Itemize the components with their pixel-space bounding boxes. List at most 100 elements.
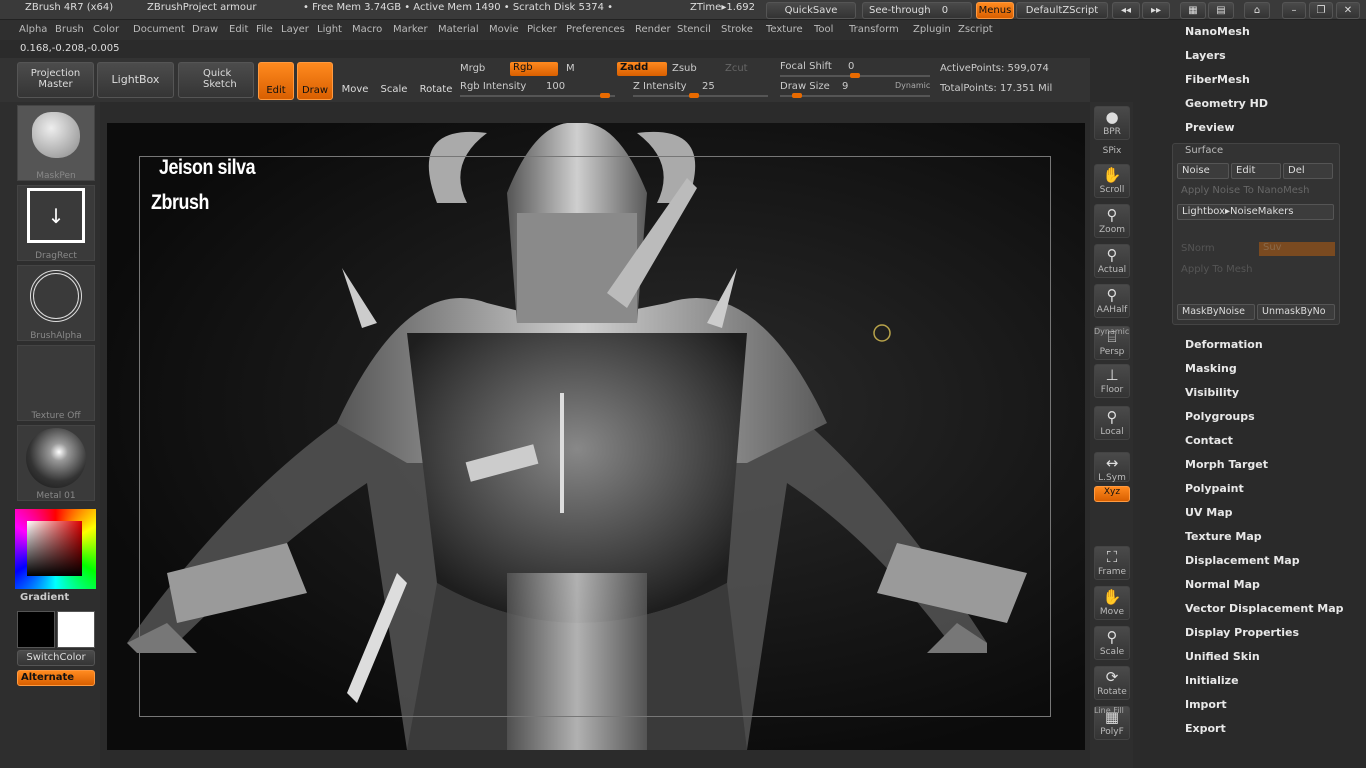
menu-alpha[interactable]: Alpha [19,24,47,35]
noise-del-button[interactable]: Del [1283,163,1333,179]
menus-button[interactable]: Menus [976,2,1014,19]
menu-zplugin[interactable]: Zplugin [913,24,951,35]
shelf-floor-button[interactable]: ⊥ Floor [1094,364,1130,398]
mrgb-toggle[interactable]: Mrgb [460,63,485,74]
surface-title[interactable]: Surface [1185,145,1223,156]
arrows-right-icon[interactable]: ▸▸ [1142,2,1170,19]
panel-displacement-map[interactable]: Displacement Map [1185,554,1300,567]
shelf-xyz-button[interactable]: Xyz [1094,486,1130,502]
switchcolor-button[interactable]: SwitchColor [17,650,95,666]
panel-contact[interactable]: Contact [1185,434,1233,447]
panel-nanomesh[interactable]: NanoMesh [1185,25,1250,38]
shelf-zoom-button[interactable]: ⚲ Zoom [1094,204,1130,238]
minimize-icon[interactable]: – [1282,2,1306,19]
dynamic-toggle[interactable]: Dynamic [895,81,930,90]
quick-sketch-button[interactable]: Quick Sketch [178,62,254,98]
suv-slider[interactable]: Suv [1259,242,1335,256]
mask-by-noise-button[interactable]: MaskByNoise [1177,304,1255,320]
m-toggle[interactable]: M [566,63,575,74]
brush-selector[interactable]: MaskPen [17,105,95,181]
menu-transform[interactable]: Transform [849,24,899,35]
rotate-button[interactable]: Rotate [416,62,456,100]
panel-initialize[interactable]: Initialize [1185,674,1239,687]
shelf-aahalf-button[interactable]: ⚲ AAHalf [1094,284,1130,318]
panel-normal-map[interactable]: Normal Map [1185,578,1260,591]
panel-import[interactable]: Import [1185,698,1227,711]
shelf-bpr-button[interactable]: ● BPR [1094,106,1130,140]
lightbox-button[interactable]: LightBox [97,62,174,98]
shelf-rotate-button[interactable]: ⟳ Rotate [1094,666,1130,700]
menu-edit[interactable]: Edit [229,24,248,35]
scale-button[interactable]: Scale [376,62,412,100]
noise-button[interactable]: Noise [1177,163,1229,179]
zadd-toggle[interactable]: Zadd [617,62,667,76]
apply-noise-nanomesh[interactable]: Apply Noise To NanoMesh [1181,185,1309,196]
move-button[interactable]: Move [337,62,373,100]
menu-stencil[interactable]: Stencil [677,24,711,35]
focal-shift-slider[interactable] [780,73,930,78]
edit-button[interactable]: Edit [258,62,294,100]
panel-preview[interactable]: Preview [1185,121,1235,134]
menu-tool[interactable]: Tool [814,24,833,35]
lightbox-noisemakers-button[interactable]: Lightbox▸NoiseMakers [1177,204,1334,220]
z-intensity-slider[interactable] [633,93,768,98]
shelf-frame-button[interactable]: ⛶ Frame [1094,546,1130,580]
primary-color-swatch[interactable] [57,611,95,648]
lock-icon[interactable]: ⌂ [1244,2,1270,19]
menu-movie[interactable]: Movie [489,24,519,35]
zcut-toggle[interactable]: Zcut [725,63,748,74]
zsub-toggle[interactable]: Zsub [672,63,697,74]
menu-document[interactable]: Document [133,24,185,35]
draw-size-slider[interactable] [780,93,930,98]
color-picker[interactable] [15,509,96,589]
draw-button[interactable]: Draw [297,62,333,100]
maximize-icon[interactable]: ❐ [1309,2,1333,19]
panel-morph-target[interactable]: Morph Target [1185,458,1268,471]
rgb-intensity-slider[interactable] [460,93,615,98]
menu-picker[interactable]: Picker [527,24,557,35]
panel-polygroups[interactable]: Polygroups [1185,410,1255,423]
color-square[interactable] [27,521,82,576]
default-zscript-button[interactable]: DefaultZScript [1016,2,1108,19]
alpha-selector[interactable]: BrushAlpha [17,265,95,341]
shelf-scale-button[interactable]: ⚲ Scale [1094,626,1130,660]
menu-stroke[interactable]: Stroke [721,24,753,35]
canvas-viewport[interactable]: Jeison silva Zbrush [107,123,1085,750]
stroke-selector[interactable]: ↓ DragRect [17,185,95,261]
panel-unified-skin[interactable]: Unified Skin [1185,650,1260,663]
menu-preferences[interactable]: Preferences [566,24,625,35]
panel-deformation[interactable]: Deformation [1185,338,1263,351]
texture-selector[interactable]: Texture Off [17,345,95,421]
shelf-local-button[interactable]: ⚲ Local [1094,406,1130,440]
secondary-color-swatch[interactable] [17,611,55,648]
menu-texture[interactable]: Texture [766,24,803,35]
shelf-lsym-button[interactable]: ↔ L.Sym [1094,452,1130,483]
unmask-by-noise-button[interactable]: UnmaskByNo [1257,304,1335,320]
menu-file[interactable]: File [256,24,273,35]
noise-edit-button[interactable]: Edit [1231,163,1281,179]
panel-texture-map[interactable]: Texture Map [1185,530,1262,543]
shelf-move-button[interactable]: ✋ Move [1094,586,1130,620]
panel-fibermesh[interactable]: FiberMesh [1185,73,1250,86]
apply-to-mesh-button[interactable]: Apply To Mesh [1181,264,1252,275]
alternate-button[interactable]: Alternate [17,670,95,686]
panel-vector-displacement-map[interactable]: Vector Displacement Map [1185,602,1344,615]
panel-layers[interactable]: Layers [1185,49,1226,62]
projection-master-button[interactable]: Projection Master [17,62,94,98]
menu-macro[interactable]: Macro [352,24,382,35]
menu-light[interactable]: Light [317,24,342,35]
arrows-left-icon[interactable]: ◂◂ [1112,2,1140,19]
panel-display-properties[interactable]: Display Properties [1185,626,1299,639]
shelf-scroll-button[interactable]: ✋ Scroll [1094,164,1130,198]
menu-marker[interactable]: Marker [393,24,428,35]
menu-zscript[interactable]: Zscript [958,24,993,35]
close-icon[interactable]: ✕ [1336,2,1360,19]
menu-brush[interactable]: Brush [55,24,84,35]
menu-material[interactable]: Material [438,24,479,35]
panel-visibility[interactable]: Visibility [1185,386,1239,399]
shelf-spix-button[interactable]: SPix [1094,146,1130,160]
menu-draw[interactable]: Draw [192,24,218,35]
menu-layer[interactable]: Layer [281,24,309,35]
see-through-slider[interactable]: See-through 0 [862,2,972,19]
panel-uv-map[interactable]: UV Map [1185,506,1233,519]
